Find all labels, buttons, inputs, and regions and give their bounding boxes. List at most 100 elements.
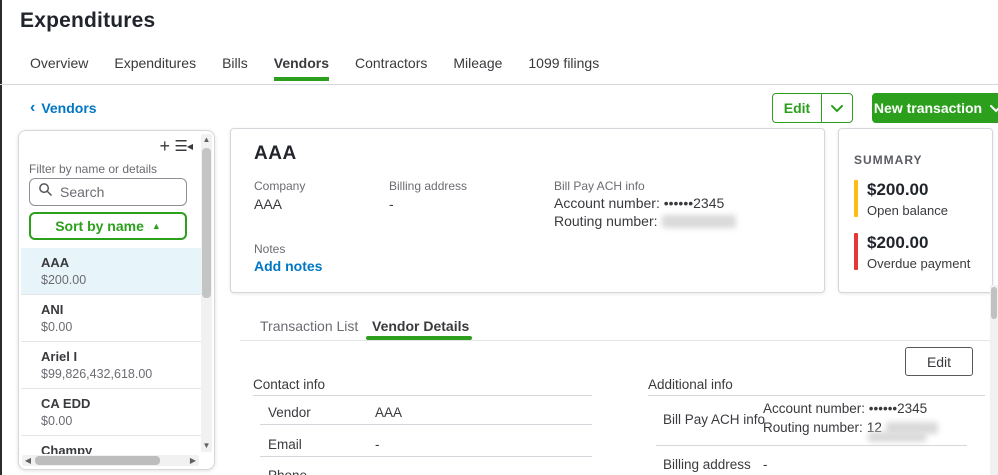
additional-info-title: Additional info [648,377,733,392]
triangle-left-icon: ◀ [187,142,192,151]
ach-info-label: Bill Pay ACH info [554,179,645,193]
scroll-up-arrow-icon[interactable]: ▲ [201,134,212,146]
tab-transaction-list[interactable]: Transaction List [260,318,358,334]
search-input[interactable] [60,184,170,200]
add-vendor-icon[interactable]: + [159,137,170,155]
routing-number-line: Routing number: [554,213,736,229]
chevron-left-icon: ‹ [30,100,35,116]
page-scroll-thumb[interactable] [991,287,997,319]
breadcrumb-back-vendors[interactable]: ‹ Vendors [30,100,97,116]
routing-number-label: Routing number: [554,213,658,229]
scroll-left-arrow-icon[interactable]: ◀ [22,455,34,466]
vendor-amount: $0.00 [41,320,195,334]
company-label: Company [254,179,305,193]
vendor-amount: $99,826,432,618.00 [41,367,195,381]
vendor-row-value: AAA [375,405,402,420]
billing-address-row-value: - [763,457,768,472]
scroll-down-arrow-icon[interactable]: ▼ [201,440,212,452]
vendor-row-label: Vendor [268,405,311,420]
tab-overview[interactable]: Overview [30,55,88,81]
vendor-list: AAA $200.00 ANI $0.00 Ariel I $99,826,43… [21,248,201,454]
vendor-list-item-ca-edd[interactable]: CA EDD $0.00 [21,388,201,435]
summary-card: SUMMARY $200.00 Open balance $200.00 Ove… [838,128,993,293]
horizontal-scroll-thumb[interactable] [35,456,160,465]
vendor-search-box [29,178,187,206]
vendor-list-item-ariel[interactable]: Ariel I $99,826,432,618.00 [21,341,201,388]
page-vertical-scrollbar[interactable] [990,285,998,475]
vendor-list-item-champy[interactable]: Champy [21,435,201,454]
account-number-line: Account number: ••••••2345 [554,195,724,211]
notes-label: Notes [254,242,285,256]
tab-contractors[interactable]: Contractors [355,55,427,81]
ach-row-label: Bill Pay ACH info [663,412,765,427]
vendor-name: Champy [41,443,195,454]
billing-address-row-label: Billing address [663,457,751,472]
contact-info-rule [253,395,592,396]
open-balance-color-bar [854,180,858,217]
tab-1099-filings[interactable]: 1099 filings [528,55,599,81]
tab-mileage[interactable]: Mileage [453,55,502,81]
top-tabbar: Overview Expenditures Bills Vendors Cont… [0,55,998,85]
vendor-list-item-ani[interactable]: ANI $0.00 [21,294,201,341]
vendor-name: CA EDD [41,396,195,411]
summary-title: SUMMARY [854,153,923,167]
redaction-smudge [868,432,926,442]
row-divider [260,424,592,425]
open-balance-amount: $200.00 [867,180,948,200]
tab-vendors[interactable]: Vendors [274,55,329,81]
collapse-list-icon[interactable]: ☰◀ [174,139,192,154]
contact-info-title: Contact info [253,377,325,392]
tab-expenditures[interactable]: Expenditures [114,55,196,81]
scroll-right-arrow-icon[interactable]: ▶ [187,455,199,466]
edit-split-button: Edit [772,93,853,123]
row-divider [260,456,592,457]
vendor-name: AAA [41,255,195,270]
vendor-list-horizontal-scrollbar[interactable]: ◀ ▶ [22,455,199,466]
billing-address-value: - [389,196,394,212]
phone-row-label: Phone [268,468,307,475]
redacted-routing-number [662,215,736,228]
vendor-amount: $0.00 [41,414,195,428]
open-balance-summary: $200.00 Open balance [854,180,948,218]
email-row-value: - [375,437,380,452]
tab-bills[interactable]: Bills [222,55,248,81]
open-balance-label: Open balance [867,203,948,218]
tab-divider-rule [240,340,990,341]
billing-address-label: Billing address [389,179,467,193]
edit-vendor-details-button[interactable]: Edit [905,347,973,376]
breadcrumb-label: Vendors [41,100,96,116]
company-value: AAA [254,196,282,212]
filter-label: Filter by name or details [29,162,157,176]
page-title: Expenditures [20,9,155,33]
vendor-list-panel: + ☰◀ Filter by name or details Sort by n… [18,130,215,470]
overdue-payment-label: Overdue payment [867,256,970,271]
row-divider [656,445,967,446]
add-notes-link[interactable]: Add notes [254,258,322,274]
tab-vendor-details[interactable]: Vendor Details [372,318,469,334]
overdue-payment-amount: $200.00 [867,233,970,253]
overdue-payment-color-bar [854,233,858,270]
ach-account-line: Account number: ••••••2345 [763,401,927,416]
search-icon [38,182,53,202]
vendor-header-card: AAA Company AAA Billing address - Bill P… [230,128,825,293]
vendor-name: Ariel I [41,349,195,364]
vendor-list-vertical-scrollbar[interactable]: ▲ ▼ [201,134,212,452]
sort-by-name-button[interactable]: Sort by name ▲ [29,212,187,240]
edit-button[interactable]: Edit [773,94,821,122]
vendor-display-name: AAA [254,143,297,165]
triangle-up-icon: ▲ [152,221,161,231]
sort-label: Sort by name [55,218,144,234]
chevron-down-icon [831,100,843,116]
overdue-payment-summary: $200.00 Overdue payment [854,233,970,271]
chevron-down-icon [990,100,998,116]
new-transaction-button[interactable]: New transaction [872,93,998,123]
email-row-label: Email [268,437,302,452]
new-transaction-label: New transaction [874,100,982,116]
vendor-amount: $200.00 [41,273,195,287]
edit-dropdown-button[interactable] [821,94,852,122]
routing-number-label: Routing number: [763,420,863,435]
vendor-name: ANI [41,302,195,317]
vertical-scroll-thumb[interactable] [202,148,211,298]
additional-info-rule [648,395,985,396]
vendor-list-item-aaa[interactable]: AAA $200.00 [21,248,201,294]
